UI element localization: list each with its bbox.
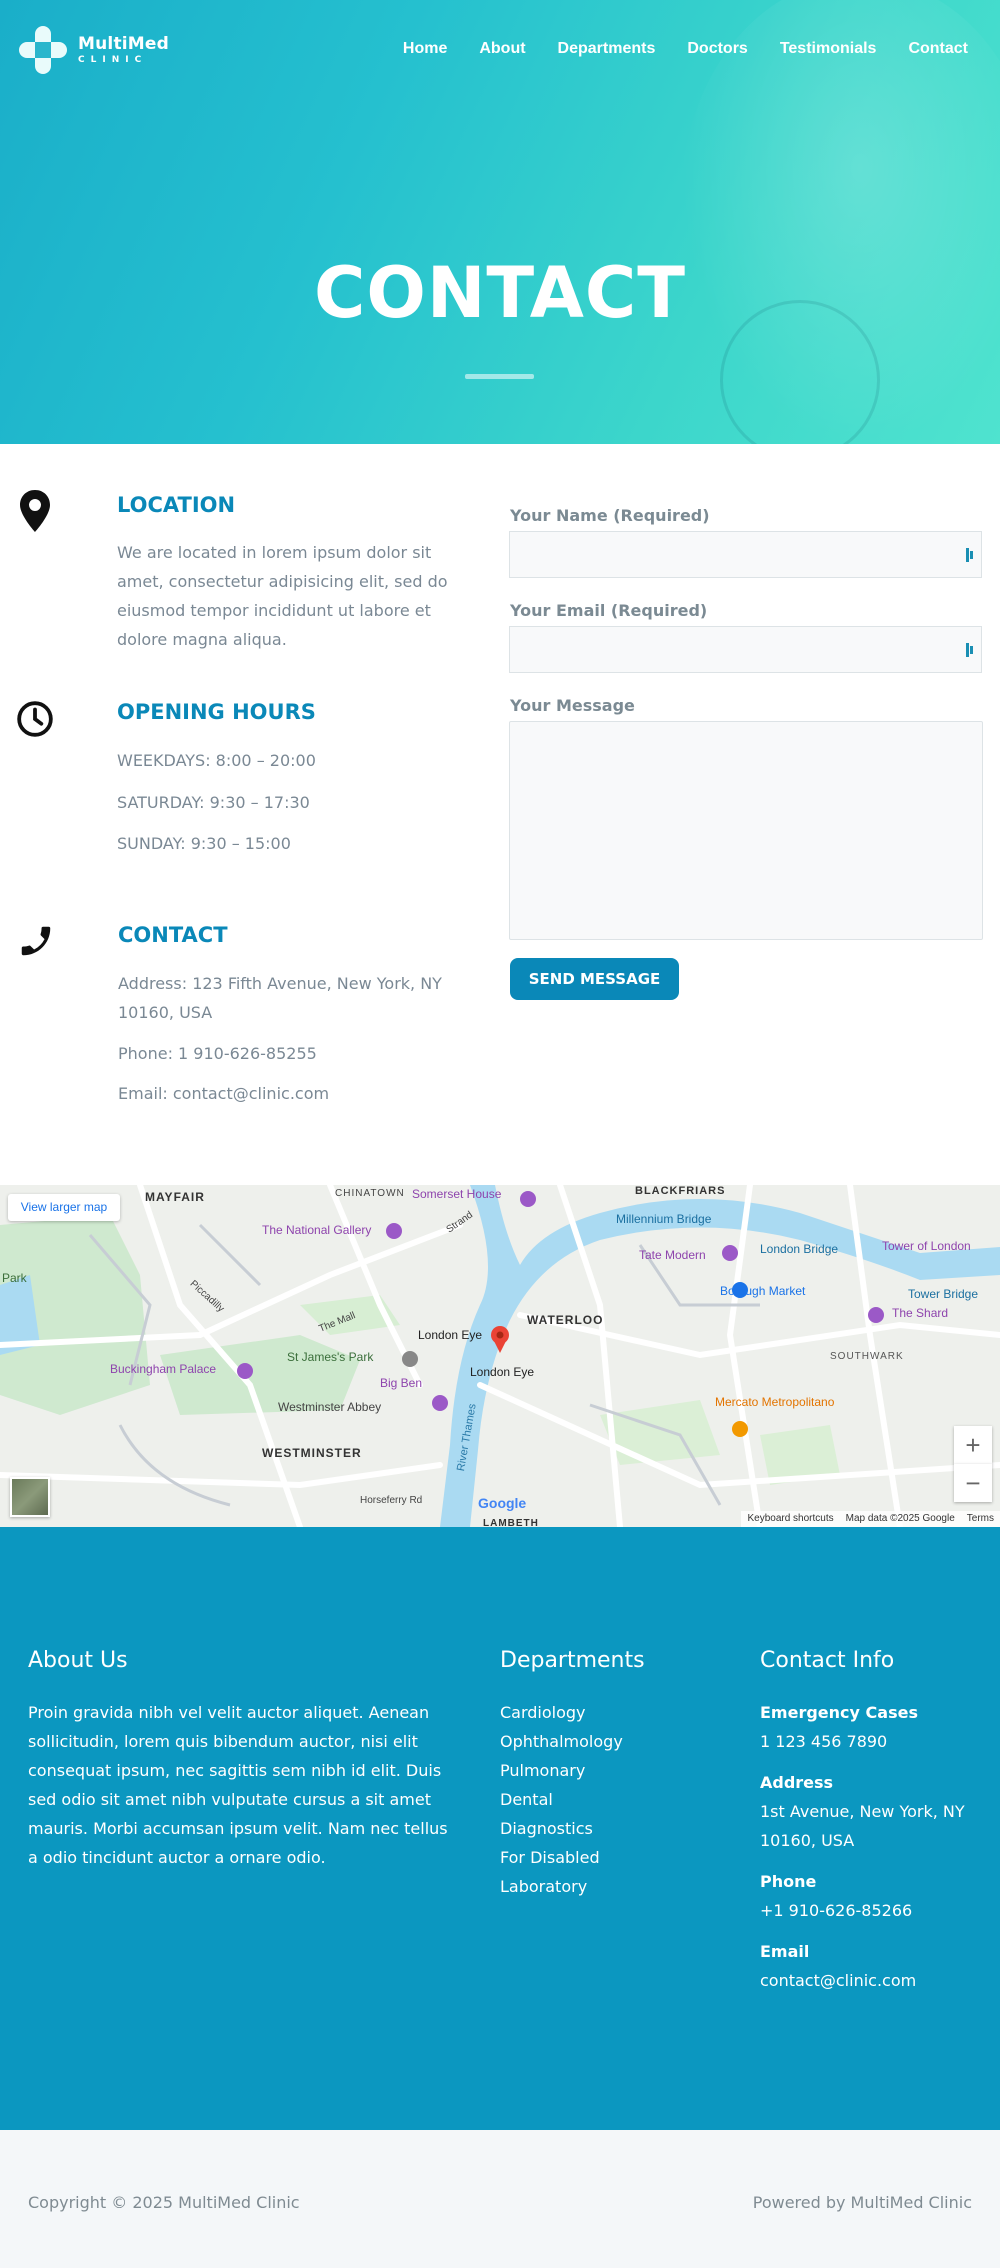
cross-icon: [17, 24, 69, 76]
contact-info: Emergency Cases 1 123 456 7890 Address 1…: [760, 1698, 990, 1995]
contact-email: Email: contact@clinic.com: [118, 1084, 330, 1103]
keyboard-shortcuts-link[interactable]: Keyboard shortcuts: [747, 1513, 833, 1525]
contact-title: CONTACT: [118, 923, 228, 947]
map-label-buckingham: Buckingham Palace: [110, 1362, 217, 1376]
map-label-southwark: SOUTHWARK: [830, 1351, 904, 1362]
map-label-blackfriars: BLACKFRIARS: [635, 1185, 726, 1197]
map-label-tower-london: Tower of London: [882, 1239, 971, 1253]
brand-name: MultiMed: [78, 33, 170, 54]
nav-testimonials[interactable]: Testimonials: [780, 40, 877, 58]
map-label-mayfair: MAYFAIR: [145, 1190, 205, 1204]
map-label-mercato: Mercato Metropolitano: [715, 1395, 835, 1409]
map-data-text: Map data ©2025 Google: [845, 1513, 955, 1524]
department-link[interactable]: Cardiology: [500, 1698, 623, 1727]
contact-phone: Phone: 1 910-626-85255: [118, 1044, 317, 1063]
map-label-park: Park: [2, 1271, 27, 1285]
map-label-london-eye: London Eye: [418, 1328, 483, 1342]
message-label: Your Message: [510, 696, 635, 715]
hours-saturday: SATURDAY: 9:30 – 17:30: [117, 793, 310, 812]
hours-title: OPENING HOURS: [117, 700, 316, 724]
hours-weekdays: WEEKDAYS: 8:00 – 20:00: [117, 751, 316, 770]
email-field[interactable]: [509, 626, 982, 673]
nav-doctors[interactable]: Doctors: [687, 40, 747, 58]
google-logo: Google: [478, 1495, 526, 1511]
emergency-value: 1 123 456 7890: [760, 1732, 888, 1751]
clock-icon: [17, 701, 53, 737]
map-label-chinatown: CHINATOWN: [335, 1188, 405, 1199]
map-label-shard: The Shard: [892, 1306, 949, 1320]
zoom-in-button[interactable]: +: [954, 1426, 992, 1464]
map-label-big-ben: Big Ben: [380, 1376, 423, 1390]
powered-by-text: Powered by MultiMed Clinic: [752, 2193, 972, 2212]
name-label: Your Name (Required): [510, 506, 710, 525]
view-larger-map-link[interactable]: View larger map: [8, 1194, 120, 1221]
emergency-label: Emergency Cases: [760, 1703, 918, 1722]
logo-text: MultiMed CLINIC: [78, 33, 170, 65]
map-label-london-bridge: London Bridge: [760, 1242, 839, 1256]
terms-link[interactable]: Terms: [967, 1513, 994, 1525]
department-link[interactable]: Pulmonary: [500, 1756, 623, 1785]
map-label-borough: Borough Market: [720, 1284, 806, 1298]
hours-sunday: SUNDAY: 9:30 – 15:00: [117, 834, 291, 853]
departments-title: Departments: [500, 1648, 645, 1673]
nav-home[interactable]: Home: [403, 40, 447, 58]
map-label-tower-bridge: Tower Bridge: [908, 1287, 979, 1301]
map-label-westminster: WESTMINSTER: [262, 1446, 362, 1460]
department-link[interactable]: Diagnostics: [500, 1814, 623, 1843]
contact-info-title: Contact Info: [760, 1648, 895, 1673]
map-label-waterloo: WATERLOO: [527, 1313, 604, 1327]
contact-address: Address: 123 Fifth Avenue, New York, NY …: [118, 974, 442, 1022]
autofill-icon: [966, 548, 973, 562]
send-message-button[interactable]: SEND MESSAGE: [510, 958, 679, 1000]
google-map[interactable]: MAYFAIR CHINATOWN Somerset House BLACKFR…: [0, 1185, 1000, 1527]
title-underline: [465, 374, 534, 379]
nav-contact[interactable]: Contact: [908, 40, 968, 58]
phone-value: +1 910-626-85266: [760, 1901, 913, 1920]
address-value: 1st Avenue, New York, NY 10160, USA: [760, 1802, 965, 1850]
department-link[interactable]: Ophthalmology: [500, 1727, 623, 1756]
map-label-millennium: Millennium Bridge: [616, 1212, 712, 1226]
map-attribution: Keyboard shortcuts Map data ©2025 Google…: [741, 1511, 1000, 1527]
phone-label: Phone: [760, 1872, 817, 1891]
location-text: We are located in lorem ipsum dolor sit …: [117, 543, 448, 649]
email-value[interactable]: contact@clinic.com: [760, 1966, 990, 1995]
map-label-london-eye-2: London Eye: [470, 1365, 535, 1379]
map-label-westminster-abbey: Westminster Abbey: [278, 1400, 382, 1414]
location-pin-icon: [20, 490, 50, 532]
location-title: LOCATION: [117, 493, 236, 517]
department-link[interactable]: Laboratory: [500, 1872, 623, 1901]
satellite-toggle[interactable]: [10, 1477, 50, 1517]
main-nav: Home About Departments Doctors Testimoni…: [403, 40, 968, 58]
message-textarea[interactable]: [509, 721, 983, 940]
zoom-out-button[interactable]: −: [954, 1464, 992, 1502]
copyright-text: Copyright © 2025 MultiMed Clinic: [28, 2193, 300, 2212]
autofill-icon: [966, 643, 973, 657]
bottom-bar: Copyright © 2025 MultiMed Clinic Powered…: [0, 2130, 1000, 2268]
map-label-st-james: St James's Park: [287, 1350, 374, 1364]
brand-sub: CLINIC: [78, 54, 148, 65]
map-label-tate: Tate Modern: [639, 1248, 706, 1262]
map-label-lambeth: LAMBETH: [483, 1518, 539, 1527]
google-logo-text: Google: [478, 1495, 527, 1511]
map-label-somerset: Somerset House: [412, 1187, 502, 1201]
about-text: Proin gravida nibh vel velit auctor aliq…: [28, 1703, 448, 1867]
page-title: CONTACT: [313, 252, 687, 334]
about-title: About Us: [28, 1648, 128, 1673]
nav-departments[interactable]: Departments: [558, 40, 656, 58]
map-label-horseferry: Horseferry Rd: [360, 1495, 423, 1506]
email-label: Your Email (Required): [510, 601, 708, 620]
departments-list: Cardiology Ophthalmology Pulmonary Denta…: [500, 1698, 623, 1901]
department-link[interactable]: For Disabled: [500, 1843, 623, 1872]
department-link[interactable]: Dental: [500, 1785, 623, 1814]
site-logo[interactable]: MultiMed CLINIC: [17, 24, 169, 76]
phone-icon: [21, 926, 51, 956]
email-label: Email: [760, 1942, 810, 1961]
address-label: Address: [760, 1773, 834, 1792]
nav-about[interactable]: About: [479, 40, 525, 58]
name-field[interactable]: [509, 531, 982, 578]
map-label-national-gallery: The National Gallery: [262, 1223, 372, 1237]
hero-banner: MultiMed CLINIC Home About Departments D…: [0, 0, 1000, 444]
